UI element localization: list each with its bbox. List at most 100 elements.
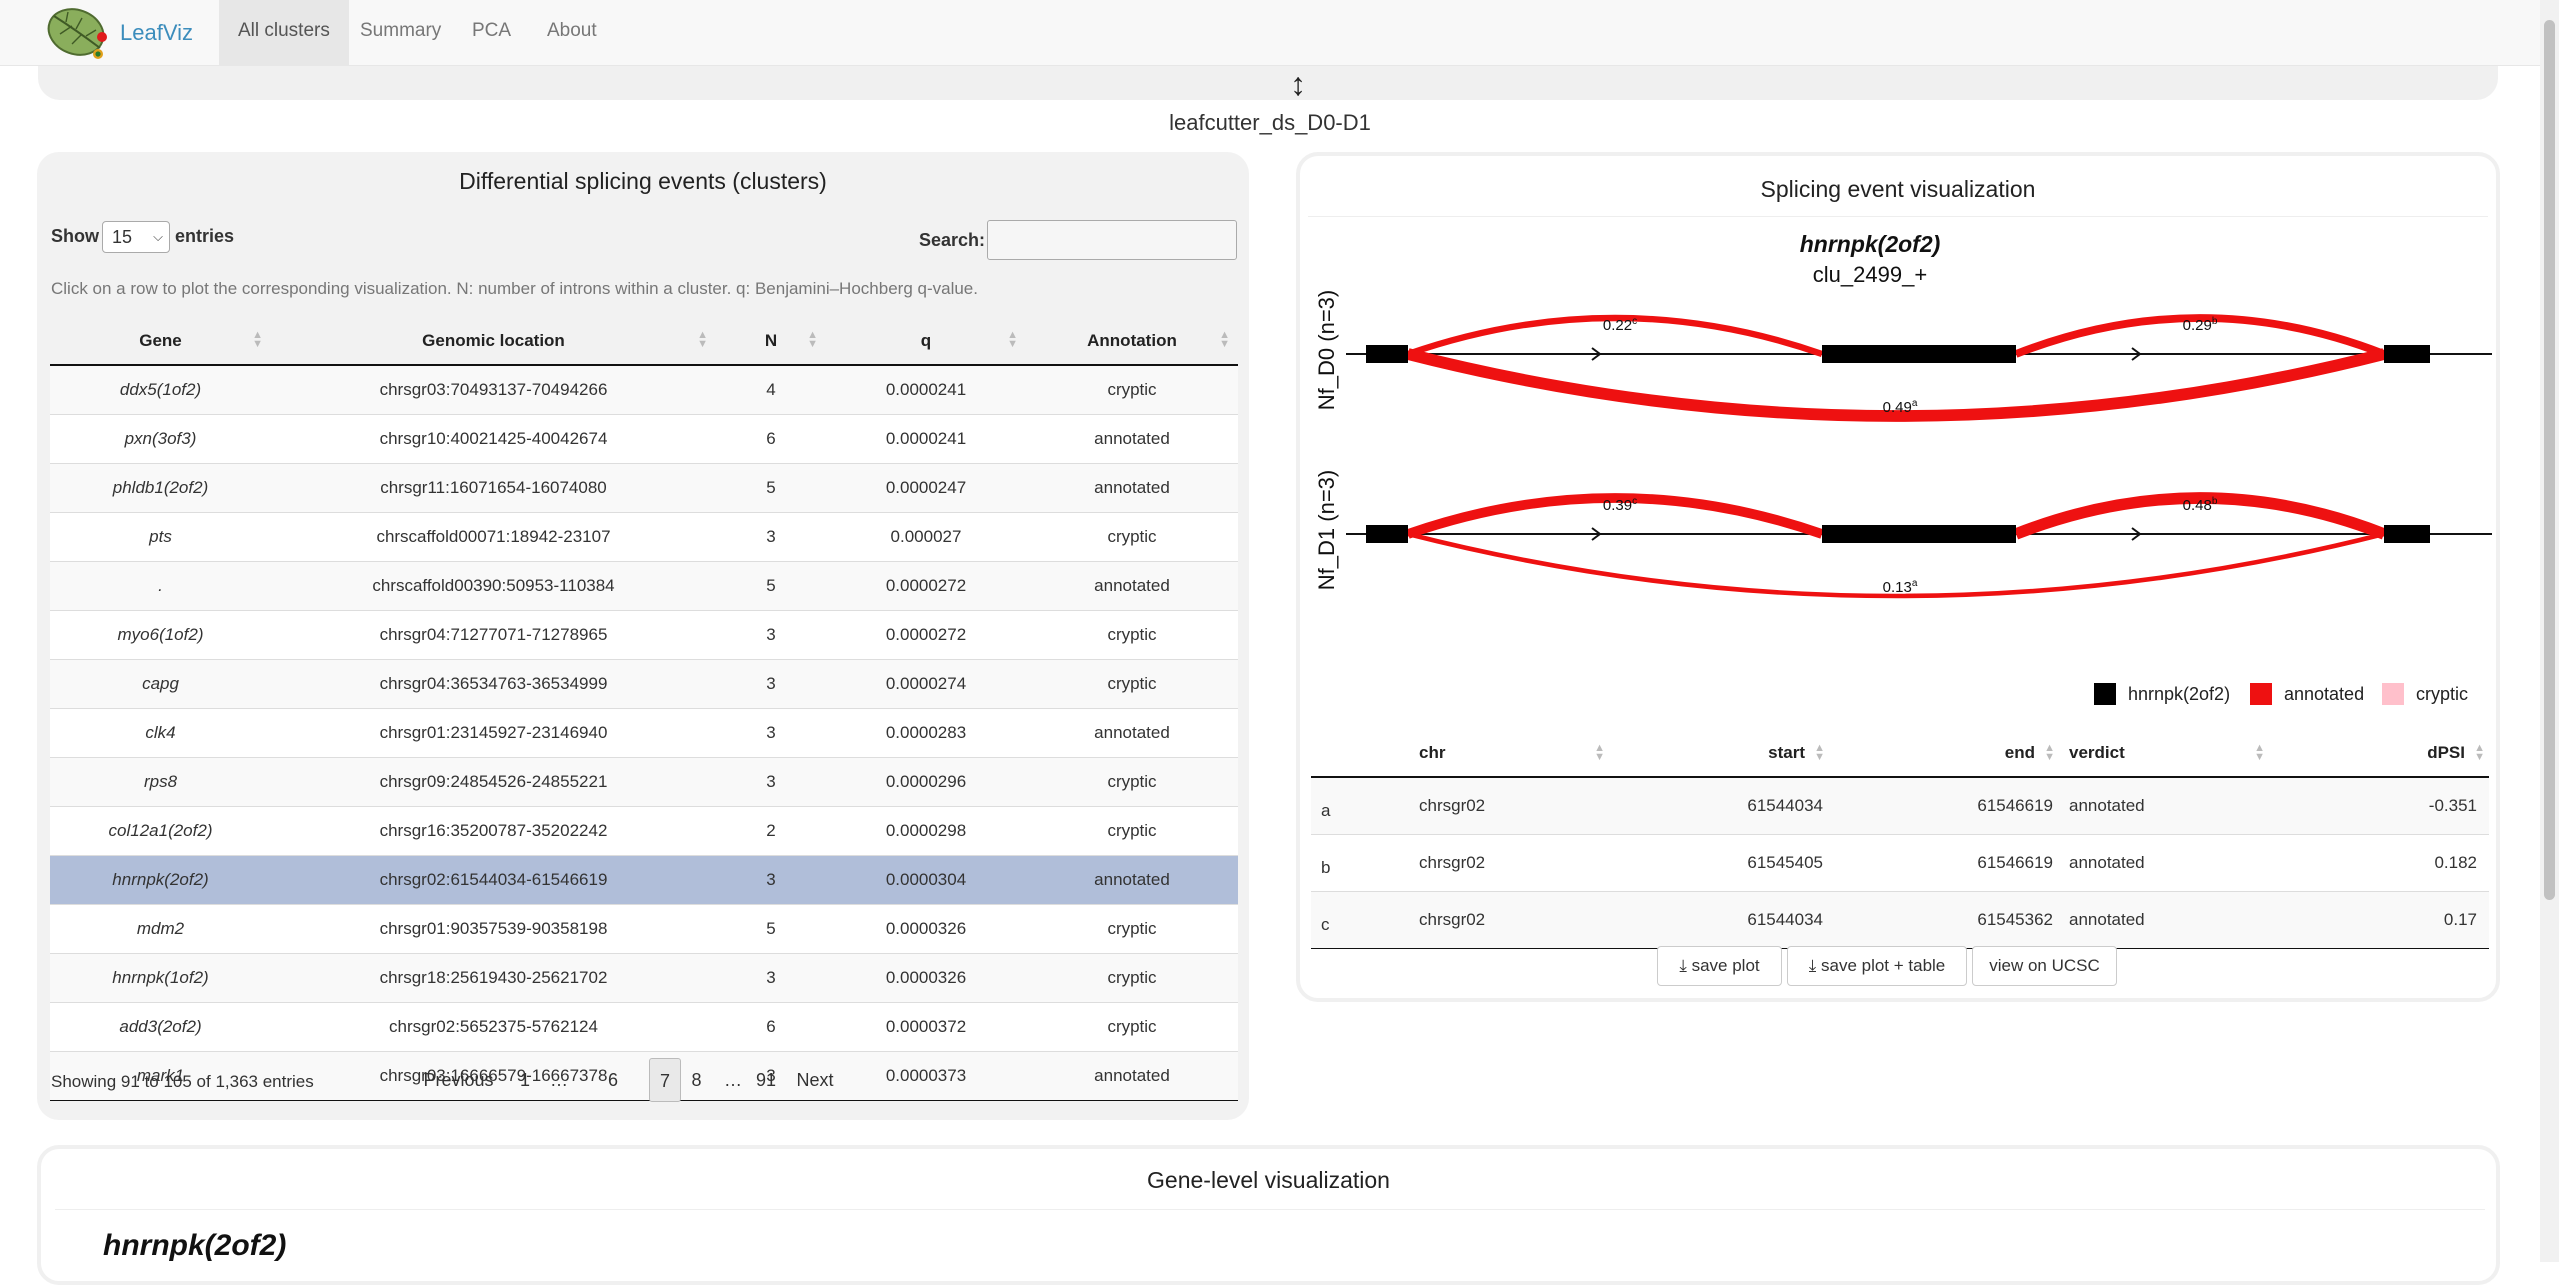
cell-annotation: cryptic [1026, 953, 1238, 1003]
cell-annotation: cryptic [1026, 806, 1238, 856]
cell-annotation: cryptic [1026, 364, 1238, 415]
help-text: Click on a row to plot the corresponding… [51, 279, 978, 298]
gene-level-gene: hnrnpk(2of2) [103, 1229, 287, 1262]
cell-n: 3 [716, 855, 826, 905]
table-row[interactable]: ddx5(1of2) chrsgr03:70493137-70494266 4 0.0… [50, 364, 1238, 415]
cell-annotation: cryptic [1026, 512, 1238, 562]
col-header-dpsi[interactable]: dPSI ▲ ▼ [2269, 730, 2489, 778]
page-button[interactable]: 7 [649, 1058, 681, 1102]
nav-all-clusters[interactable]: All clusters [219, 0, 349, 65]
track: Nf_D1 (n=3) 0.39c 0.48b 0.13a [1314, 470, 2492, 599]
introns-table: chr ▲ ▼ start ▲ ▼ end ▲ ▼ verdict ▲ ▼ dPSI ▲ ▼ a ch… [1311, 730, 2489, 949]
col-header-q[interactable]: q ▲ ▼ [826, 317, 1026, 366]
splicing-title: Splicing event visualization [1760, 176, 2036, 202]
save-plot-button[interactable]: ⤓ save plot [1657, 946, 1782, 986]
nav-summary[interactable]: Summary [341, 0, 460, 65]
page-button[interactable]: 91 [748, 1058, 784, 1102]
cell-location: chrsgr18:25619430-25621702 [271, 953, 716, 1003]
splicing-plot: hnrnpk(2of2) clu_2499_+ Nf_D0 (n=3) 0.22c… [1314, 231, 2492, 599]
scrollbar-thumb[interactable] [2544, 20, 2555, 900]
clusters-table: Gene ▲ ▼ Genomic location ▲ ▼ N ▲ ▼ q ▲ ▼ Annota… [50, 317, 1238, 1101]
next-button[interactable]: Next [785, 1058, 845, 1102]
col-header-gene[interactable]: Gene ▲ ▼ [50, 317, 271, 366]
table-header-row: chr ▲ ▼ start ▲ ▼ end ▲ ▼ verdict ▲ ▼ dPSI ▲ ▼ [1311, 730, 2489, 778]
cell-annotation: cryptic [1026, 1002, 1238, 1052]
table-row[interactable]: a chrsgr02 61544034 61546619 annotated -0.351 [1311, 776, 2489, 835]
arc-value: 0.49 [1883, 399, 1912, 416]
brand[interactable]: LeafViz [46, 4, 193, 61]
table-row[interactable]: myo6(1of2) chrsgr04:71277071-71278965 3 0.0… [50, 610, 1238, 660]
leaf-logo-icon [47, 8, 107, 59]
page-button[interactable]: 8 [683, 1058, 710, 1102]
arc-value: 0.13 [1883, 579, 1912, 596]
arc-superscript: c [1632, 316, 1637, 327]
save-plot-table-button[interactable]: ⤓ save plot + table [1787, 946, 1967, 986]
download-icon: ⤓ [1679, 956, 1687, 975]
table-row[interactable]: hnrnpk(1of2) chrsgr18:25619430-25621702 3 0… [50, 953, 1238, 1003]
col-header-location[interactable]: Genomic location ▲ ▼ [271, 317, 716, 366]
cell-q: 0.0000373 [826, 1051, 1026, 1101]
cell-annotation: cryptic [1026, 757, 1238, 807]
legend-swatch [2250, 683, 2272, 705]
table-row[interactable]: clk4 chrsgr01:23145927-23146940 3 0.0000283… [50, 708, 1238, 758]
page-button[interactable]: 1 [512, 1058, 538, 1102]
table-row[interactable]: . chrscaffold00390:50953-110384 5 0.0000272… [50, 561, 1238, 611]
previous-button[interactable]: Previous [421, 1058, 496, 1102]
table-row[interactable]: capg chrsgr04:36534763-36534999 3 0.0000274… [50, 659, 1238, 709]
sort-icon: ▲ ▼ [1219, 329, 1230, 350]
cell-chr: chrsgr02 [1399, 776, 1609, 835]
table-row[interactable]: mdm2 chrsgr01:90357539-90358198 5 0.0000326… [50, 904, 1238, 954]
cell-n: 6 [716, 1002, 826, 1052]
table-row[interactable]: hnrnpk(2of2) chrsgr02:61544034-61546619 3 0… [50, 855, 1238, 905]
cell-annotation: annotated [1026, 708, 1238, 758]
cell-start: 61544034 [1609, 891, 1829, 949]
col-header-n[interactable]: N ▲ ▼ [716, 317, 826, 366]
cell-gene: add3(2of2) [50, 1002, 271, 1052]
page-length-select[interactable]: 15 ⌵ [102, 221, 170, 253]
arc-label: 0.13a [1883, 578, 1918, 596]
brand-name[interactable]: LeafViz [120, 20, 193, 46]
col-header-chr[interactable]: chr ▲ ▼ [1399, 730, 1609, 778]
clusters-panel: Differential splicing events (clusters) … [37, 152, 1249, 1120]
cell-n: 3 [716, 757, 826, 807]
collapse-bar[interactable]: ↕ [38, 66, 2498, 103]
page-length-value: 15 [112, 227, 133, 247]
sort-icon: ▲ ▼ [1814, 742, 1825, 763]
page-scrollbar[interactable] [2540, 0, 2559, 1262]
resize-vertical-icon[interactable]: ↕ [1290, 66, 1306, 103]
legend-swatch [2094, 683, 2116, 705]
cell-location: chrsgr04:36534763-36534999 [271, 659, 716, 709]
cell-q: 0.0000326 [826, 953, 1026, 1003]
table-row[interactable]: col12a1(2of2) chrsgr16:35200787-35202242 2… [50, 806, 1238, 856]
col-header-end[interactable]: end ▲ ▼ [1829, 730, 2059, 778]
table-row[interactable]: phldb1(2of2) chrsgr11:16071654-16074080 5 0… [50, 463, 1238, 513]
cell-gene: pxn(3of3) [50, 414, 271, 464]
cell-n: 2 [716, 806, 826, 856]
cell-verdict: annotated [2059, 834, 2269, 892]
cell-id: a [1311, 776, 1399, 835]
table-row[interactable]: pts chrscaffold00071:18942-23107 3 0.000027… [50, 512, 1238, 562]
col-header-id[interactable] [1311, 730, 1399, 778]
col-header-verdict[interactable]: verdict ▲ ▼ [2059, 730, 2269, 778]
cell-gene: capg [50, 659, 271, 709]
exon-block [1366, 345, 1408, 363]
gene-level-panel: Gene-level visualization hnrnpk(2of2) [37, 1145, 2500, 1285]
search-input[interactable] [987, 220, 1237, 260]
col-header-start[interactable]: start ▲ ▼ [1609, 730, 1829, 778]
page-ellipsis: … [550, 1070, 568, 1090]
arc-value: 0.48 [2183, 497, 2212, 514]
nav-pca[interactable]: PCA [453, 0, 530, 65]
table-row[interactable]: pxn(3of3) chrsgr10:40021425-40042674 6 0.00… [50, 414, 1238, 464]
table-row[interactable]: b chrsgr02 61545405 61546619 annotated 0.182 [1311, 834, 2489, 892]
page-ellipsis: … [724, 1070, 742, 1090]
table-row[interactable]: rps8 chrsgr09:24854526-24855221 3 0.0000296… [50, 757, 1238, 807]
view-ucsc-button[interactable]: view on UCSC [1972, 946, 2117, 986]
cell-location: chrsgr09:24854526-24855221 [271, 757, 716, 807]
table-row[interactable]: c chrsgr02 61544034 61545362 annotated 0.17 [1311, 891, 2489, 949]
col-header-annotation[interactable]: Annotation ▲ ▼ [1026, 317, 1238, 366]
cell-n: 3 [716, 953, 826, 1003]
cell-end: 61545362 [1829, 891, 2059, 949]
page-button[interactable]: 6 [599, 1058, 627, 1102]
table-row[interactable]: add3(2of2) chrsgr02:5652375-5762124 6 0.000… [50, 1002, 1238, 1052]
nav-about[interactable]: About [528, 0, 616, 65]
